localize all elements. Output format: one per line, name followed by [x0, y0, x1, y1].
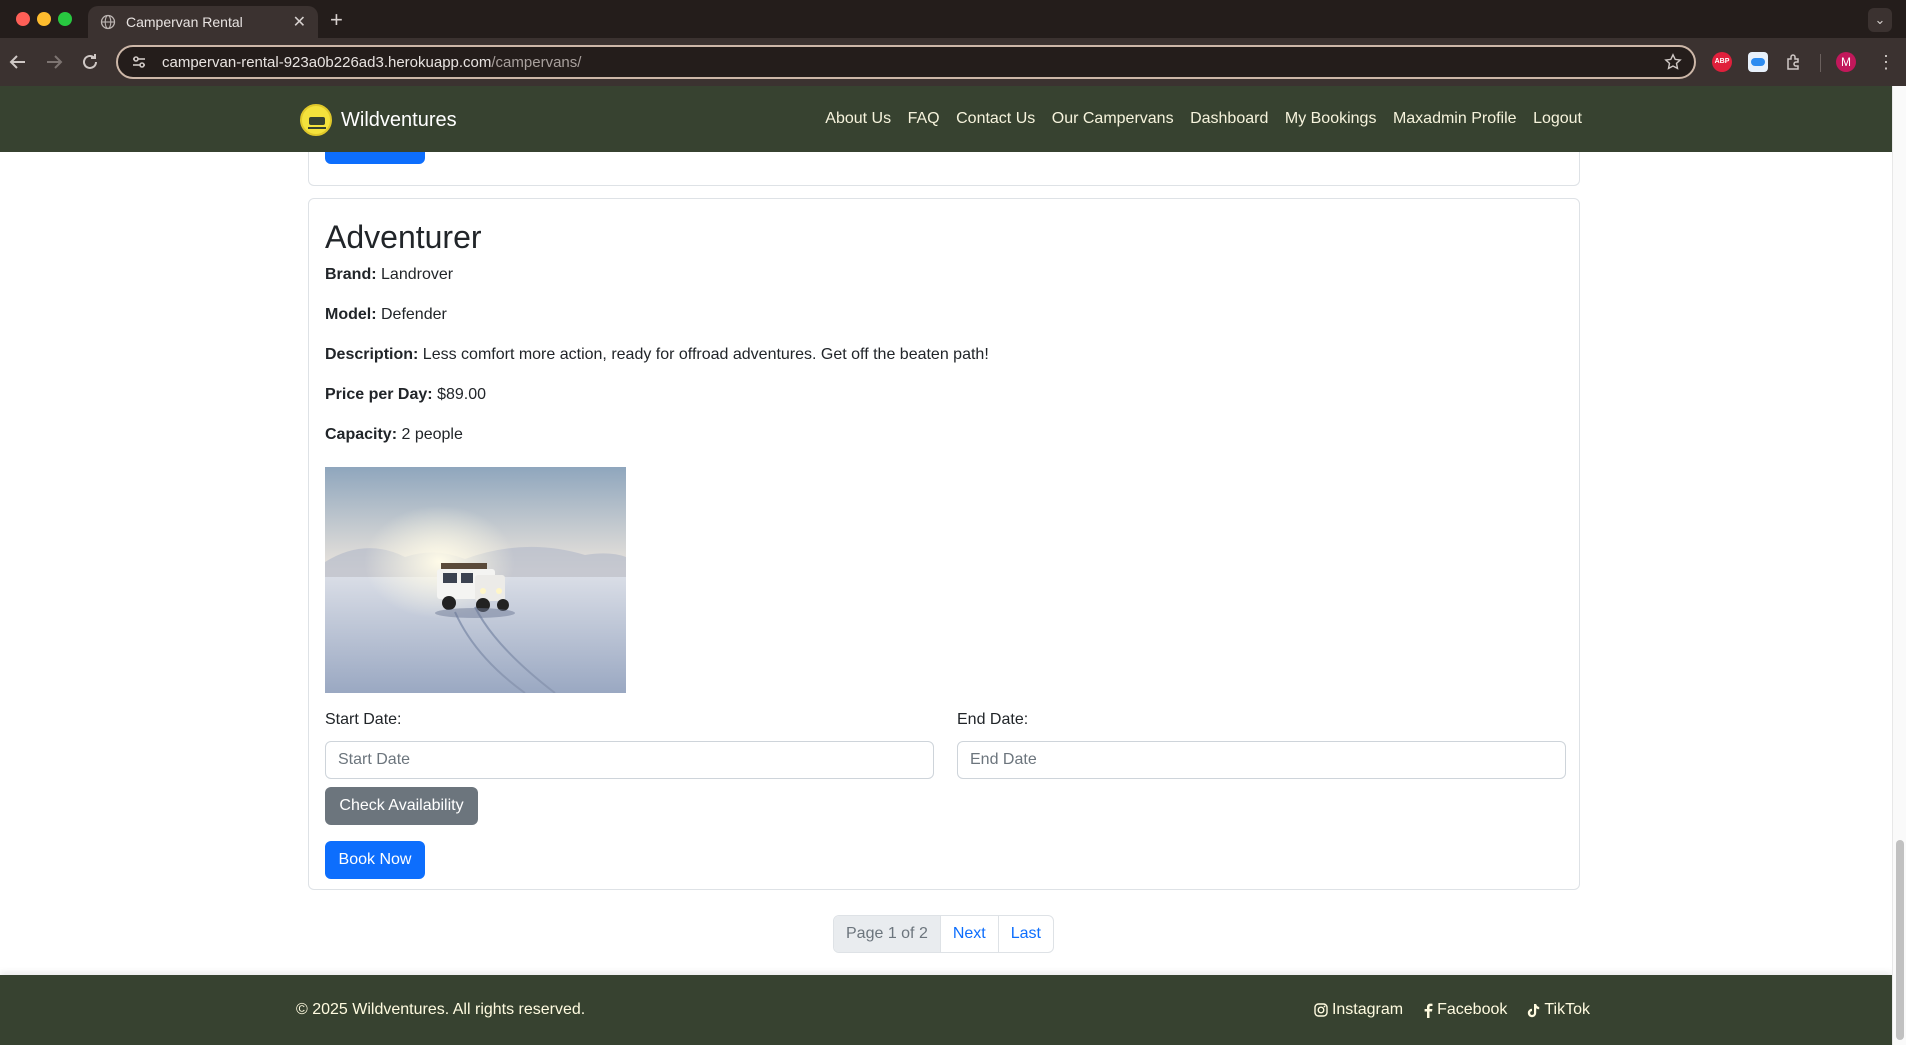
description-value: Less comfort more action, ready for offr…	[422, 346, 989, 363]
facebook-label: Facebook	[1437, 1001, 1508, 1018]
profile-avatar[interactable]: M	[1836, 52, 1856, 72]
campervan-capacity: Capacity: 2 people	[325, 426, 463, 444]
description-label: Description:	[325, 346, 419, 363]
campervan-card: Adventurer Brand: Landrover Model: Defen…	[308, 198, 1580, 890]
tiktok-label: TikTok	[1544, 1001, 1590, 1018]
brand-value: Landrover	[381, 266, 454, 283]
capacity-value: 2 people	[401, 426, 463, 443]
nav-profile[interactable]: Maxadmin Profile	[1393, 110, 1517, 128]
brand-link[interactable]: Wildventures	[300, 104, 457, 136]
campervan-description: Description: Less comfort more action, r…	[325, 346, 989, 364]
pagination-next-link[interactable]: Next	[941, 916, 999, 952]
browser-tab-bar: Campervan Rental ✕ + ⌄	[0, 0, 1906, 38]
url-host: campervan-rental-923a0b226ad3.herokuapp.…	[162, 53, 492, 71]
tiktok-link[interactable]: TikTok	[1527, 1001, 1590, 1019]
campervan-brand: Brand: Landrover	[325, 266, 453, 284]
forward-arrow-icon[interactable]	[42, 50, 66, 74]
model-value: Defender	[381, 306, 447, 323]
start-date-label: Start Date:	[325, 711, 402, 728]
nav-my-bookings[interactable]: My Bookings	[1285, 110, 1377, 128]
model-label: Model:	[325, 306, 377, 323]
new-tab-icon[interactable]: +	[330, 7, 343, 33]
nav-faq[interactable]: FAQ	[908, 110, 940, 128]
social-links: Instagram Facebook TikTok	[1294, 1001, 1590, 1019]
instagram-label: Instagram	[1331, 1001, 1404, 1018]
browser-toolbar: campervan-rental-923a0b226ad3.herokuapp.…	[0, 38, 1906, 86]
toolbar-divider	[1820, 54, 1821, 72]
page-scrollbar[interactable]	[1892, 86, 1906, 1045]
book-now-button[interactable]: Book Now	[325, 841, 425, 879]
globe-icon	[100, 14, 116, 30]
pagination-last-link[interactable]: Last	[999, 916, 1053, 952]
tab-close-icon[interactable]: ✕	[293, 12, 306, 32]
start-date-input[interactable]	[325, 741, 934, 779]
facebook-icon	[1424, 1003, 1433, 1018]
end-date-label: End Date:	[957, 711, 1029, 728]
url-text: campervan-rental-923a0b226ad3.herokuapp.…	[162, 54, 1664, 71]
back-arrow-icon[interactable]	[6, 50, 30, 74]
instagram-link[interactable]: Instagram	[1314, 1001, 1403, 1019]
extensions-puzzle-icon[interactable]	[1784, 52, 1804, 72]
end-date-input[interactable]	[957, 741, 1566, 779]
facebook-link[interactable]: Facebook	[1423, 1001, 1507, 1019]
reload-icon[interactable]	[78, 50, 102, 74]
adblock-extension-icon[interactable]: ABP	[1712, 52, 1732, 72]
tab-title: Campervan Rental	[126, 14, 243, 30]
site-settings-icon[interactable]	[130, 53, 148, 71]
tab-search-chevron-icon[interactable]: ⌄	[1868, 8, 1892, 32]
site-navbar: Wildventures About Us FAQ Contact Us Our…	[0, 86, 1892, 152]
tiktok-icon	[1528, 1003, 1540, 1017]
scrollbar-thumb[interactable]	[1896, 840, 1904, 1040]
page-viewport: Wildventures About Us FAQ Contact Us Our…	[0, 86, 1906, 1045]
nav-about-us[interactable]: About Us	[825, 110, 891, 128]
price-label: Price per Day:	[325, 386, 433, 403]
nav-contact-us[interactable]: Contact Us	[956, 110, 1035, 128]
browser-menu-icon[interactable]: ⋮	[1876, 52, 1896, 72]
pagination-current: Page 1 of 2	[834, 916, 941, 952]
nav-logout[interactable]: Logout	[1533, 110, 1582, 128]
campervan-name: Adventurer	[325, 219, 482, 255]
brand-label: Brand:	[325, 266, 377, 283]
nav-links: About Us FAQ Contact Us Our Campervans D…	[809, 110, 1582, 128]
window-maximize-button[interactable]	[58, 12, 72, 26]
price-value: $89.00	[437, 386, 486, 403]
cloud-extension-icon[interactable]	[1748, 52, 1768, 72]
check-availability-button[interactable]: Check Availability	[325, 787, 478, 825]
wildventures-logo-icon	[300, 104, 332, 136]
campervan-photo	[325, 467, 626, 693]
browser-tab[interactable]: Campervan Rental ✕	[88, 6, 318, 38]
brand-name: Wildventures	[341, 108, 457, 131]
pagination: Page 1 of 2 Next Last	[833, 915, 1054, 953]
address-bar[interactable]: campervan-rental-923a0b226ad3.herokuapp.…	[116, 45, 1696, 79]
url-path: /campervans/	[491, 53, 582, 71]
copyright-text: © 2025 Wildventures. All rights reserved…	[296, 1001, 586, 1018]
window-minimize-button[interactable]	[37, 12, 51, 26]
campervan-model: Model: Defender	[325, 306, 447, 324]
window-close-button[interactable]	[16, 12, 30, 26]
nav-our-campervans[interactable]: Our Campervans	[1052, 110, 1174, 128]
capacity-label: Capacity:	[325, 426, 398, 443]
nav-dashboard[interactable]: Dashboard	[1190, 110, 1268, 128]
instagram-icon	[1314, 1003, 1328, 1017]
site-footer: © 2025 Wildventures. All rights reserved…	[0, 975, 1892, 1045]
campervan-price: Price per Day: $89.00	[325, 386, 486, 404]
bookmark-star-icon[interactable]	[1664, 53, 1682, 71]
